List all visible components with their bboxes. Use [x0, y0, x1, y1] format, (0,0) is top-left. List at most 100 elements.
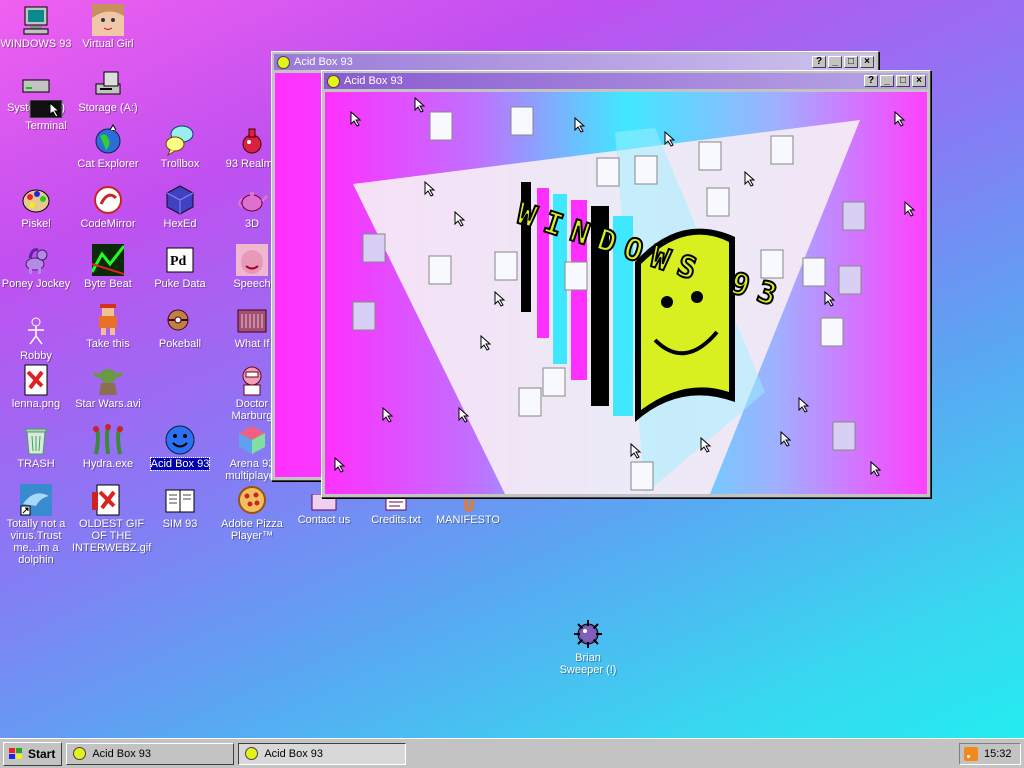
- help-button[interactable]: ?: [812, 56, 826, 68]
- icon-label: Trollbox: [160, 158, 200, 170]
- icon-label: Speech: [233, 278, 271, 290]
- icon-acid-box[interactable]: Acid Box 93: [144, 424, 216, 471]
- taskbar-item-acid-box-1[interactable]: Acid Box 93: [66, 742, 235, 765]
- icon-label: Acid Box 93: [149, 457, 211, 471]
- taskbar-item-acid-box-2[interactable]: Acid Box 93: [238, 742, 407, 765]
- acid-smiley-icon: [327, 74, 340, 88]
- icon-label: lenna.png: [11, 398, 61, 410]
- acid-box-window-front[interactable]: Acid Box 93 ? _ □ × WINDOWS 93: [321, 70, 931, 498]
- icon-label: Adobe Pizza Player™: [221, 518, 283, 542]
- yoda-icon: [92, 364, 124, 396]
- maximize-button[interactable]: □: [896, 75, 910, 87]
- icon-label: What If: [234, 338, 270, 350]
- stick-figure-icon: [20, 316, 52, 348]
- terminal-icon: [28, 99, 64, 119]
- icon-byte-beat[interactable]: Byte Beat: [72, 244, 144, 290]
- icon-label: Pokeball: [158, 338, 202, 350]
- icon-hydra[interactable]: Hydra.exe: [72, 424, 144, 470]
- trash-icon: [20, 424, 52, 456]
- icon-robby[interactable]: Robby: [0, 316, 72, 362]
- hard-drive-icon: [20, 68, 52, 100]
- icon-star-wars[interactable]: Star Wars.avi: [72, 364, 144, 410]
- minimize-button[interactable]: _: [880, 75, 894, 87]
- puke-data-icon: Pd: [164, 244, 196, 276]
- windows-logo-icon: [8, 747, 24, 761]
- icon-contact-us[interactable]: Contact us: [288, 493, 360, 526]
- window-title: Acid Box 93: [294, 56, 353, 68]
- icon-label: Take this: [86, 338, 130, 350]
- acid-smiley-icon: [245, 747, 259, 760]
- icon-label: Poney Jockey: [1, 278, 71, 290]
- hex-cube-icon: [164, 184, 196, 216]
- smiley-eye-left: [661, 296, 673, 308]
- icon-virtual-girl[interactable]: Virtual Girl: [72, 4, 144, 50]
- codemirror-icon: [92, 184, 124, 216]
- desktop: WINDOWS 93 System (C:) Terminal Piskel P…: [0, 0, 1024, 738]
- take-this-icon: [92, 304, 124, 336]
- computer-icon: [20, 4, 52, 36]
- dolphin-icon: [20, 484, 52, 516]
- icon-puke-data[interactable]: Pd Puke Data: [144, 244, 216, 290]
- icon-hexed[interactable]: HexEd: [144, 184, 216, 230]
- taskbar-item-label: Acid Box 93: [92, 747, 152, 760]
- icon-take-this[interactable]: Take this: [72, 304, 144, 350]
- icon-label: Star Wars.avi: [75, 398, 141, 410]
- speech-face-icon: [236, 244, 268, 276]
- window-titlebar[interactable]: Acid Box 93 ? _ □ ×: [274, 54, 876, 70]
- window-titlebar[interactable]: Acid Box 93 ? _ □ ×: [324, 73, 928, 89]
- icon-piskel[interactable]: Piskel: [0, 184, 72, 230]
- acid-canvas: WINDOWS 93: [325, 92, 927, 494]
- taskbar: Start Acid Box 93 Acid Box 93 15:32: [0, 738, 1024, 768]
- icon-brian-sweeper[interactable]: Brian Sweeper (!): [552, 618, 624, 676]
- icon-pokeball[interactable]: Pokeball: [144, 304, 216, 350]
- icon-label: Byte Beat: [84, 278, 132, 290]
- icon-label: Piskel: [21, 218, 51, 230]
- taskbar-item-label: Acid Box 93: [264, 747, 324, 760]
- hydra-icon: [92, 424, 124, 456]
- icon-label: Totally not a virus.Trust me...im a dolp…: [6, 518, 66, 566]
- pony-icon: [20, 244, 52, 276]
- icon-adobe-pizza[interactable]: Adobe Pizza Player™: [216, 484, 288, 542]
- icon-label: OLDEST GIF OF THE INTERWEBZ.gif: [72, 518, 152, 554]
- icon-storage-a[interactable]: Storage (A:): [72, 68, 144, 114]
- icon-label: Brian Sweeper (!): [559, 652, 617, 676]
- icon-codemirror[interactable]: CodeMirror: [72, 184, 144, 230]
- icon-trollbox[interactable]: Trollbox: [144, 124, 216, 170]
- image-file-icon: [20, 364, 52, 396]
- icon-windows93[interactable]: WINDOWS 93: [0, 4, 72, 50]
- icon-poney-jockey[interactable]: Poney Jockey: [0, 244, 72, 290]
- icon-credits[interactable]: Credits.txt: [360, 493, 432, 526]
- system-tray: 15:32: [959, 743, 1021, 765]
- acid-smiley-icon: [277, 55, 290, 69]
- icon-sim93[interactable]: SIM 93: [144, 484, 216, 530]
- maximize-button[interactable]: □: [844, 56, 858, 68]
- palette-icon: [20, 184, 52, 216]
- mine-icon: [572, 618, 604, 650]
- start-label: Start: [28, 746, 56, 761]
- icon-label: Puke Data: [154, 278, 206, 290]
- start-button[interactable]: Start: [3, 741, 63, 766]
- icon-oldest-gif[interactable]: OLDEST GIF OF THE INTERWEBZ.gif: [72, 484, 151, 554]
- icon-label: Cat Explorer: [77, 158, 139, 170]
- icon-lenna[interactable]: lenna.png: [0, 364, 72, 410]
- icon-label: TRASH: [17, 458, 55, 470]
- clock: 15:32: [984, 748, 1012, 760]
- close-button[interactable]: ×: [912, 75, 926, 87]
- icon-trash[interactable]: TRASH: [0, 424, 72, 470]
- rss-icon[interactable]: [964, 747, 978, 761]
- chat-bubble-icon: [164, 124, 196, 157]
- what-if-icon: [236, 304, 268, 336]
- arena-cube-icon: [236, 424, 268, 456]
- icon-label: Virtual Girl: [82, 38, 134, 50]
- icon-label: 3D: [244, 218, 260, 230]
- icon-label: Credits.txt: [371, 514, 421, 526]
- help-button[interactable]: ?: [864, 75, 878, 87]
- icon-manifesto[interactable]: MANIFESTO: [432, 494, 504, 526]
- icon-cat-explorer[interactable]: Cat Explorer: [72, 124, 144, 170]
- icon-dolphin[interactable]: Totally not a virus.Trust me...im a dolp…: [0, 484, 72, 566]
- floppy-drive-icon: [92, 68, 124, 100]
- close-button[interactable]: ×: [860, 56, 874, 68]
- minimize-button[interactable]: _: [828, 56, 842, 68]
- icon-label: CodeMirror: [80, 218, 136, 230]
- bytebeat-icon: [90, 244, 126, 276]
